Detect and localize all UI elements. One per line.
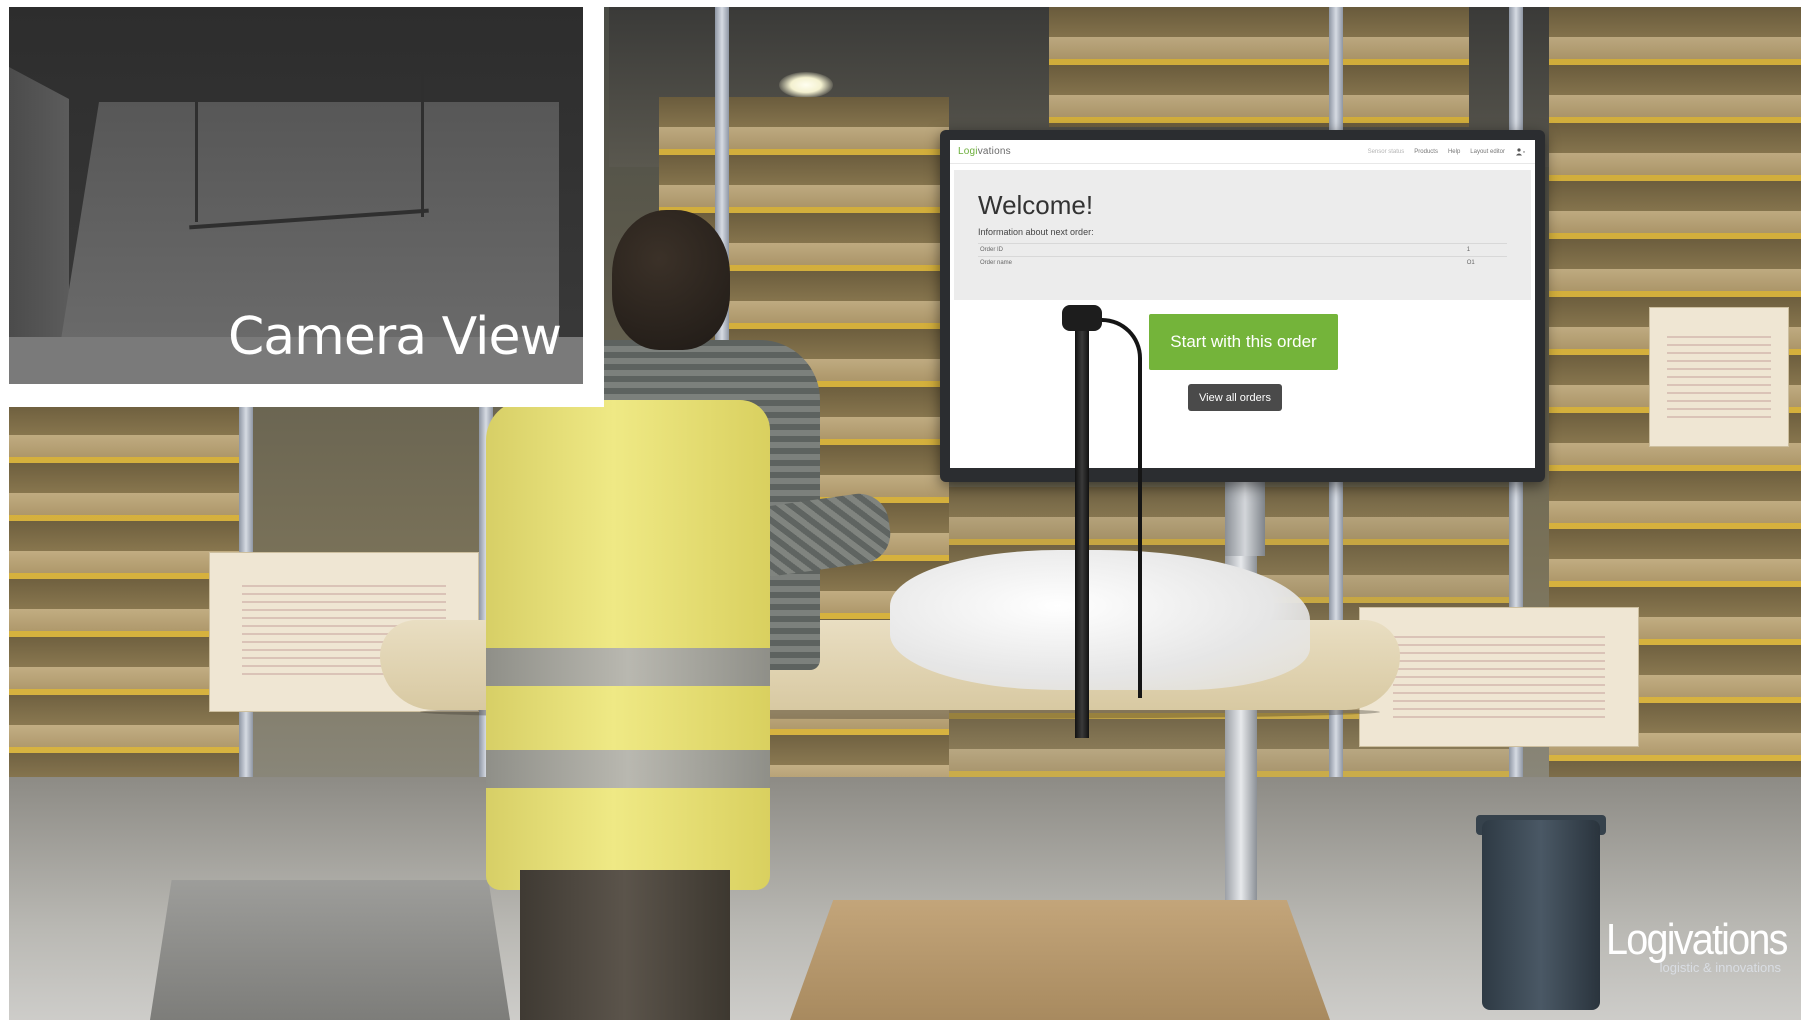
- start-order-button[interactable]: Start with this order: [1149, 314, 1338, 370]
- camera-view-label: Camera View: [228, 307, 562, 367]
- user-icon[interactable]: [1515, 147, 1527, 156]
- app-logo-suffix: vations: [977, 146, 1011, 157]
- brand-logo: Logivations logistic & innovations: [1586, 915, 1788, 976]
- table-row: Order name O1: [978, 256, 1507, 269]
- nav-sensor-status[interactable]: Sensor status: [1368, 149, 1405, 155]
- order-id-value: 1: [1464, 243, 1507, 257]
- box-seam: [195, 102, 198, 222]
- brand-name: Logivations: [1606, 915, 1788, 964]
- vest-reflective-stripe: [486, 750, 770, 788]
- nav-help[interactable]: Help: [1448, 149, 1460, 155]
- trash-bin: [1482, 820, 1600, 1010]
- welcome-heading: Welcome!: [978, 190, 1094, 220]
- camera-stand: [1075, 318, 1089, 738]
- nav-links: Sensor status Products Help Layout edito…: [1368, 147, 1527, 156]
- camera-device: [1062, 305, 1102, 331]
- order-id-label: Order ID: [978, 243, 1465, 257]
- shelf-rack-top: [1049, 7, 1469, 127]
- app-logo-prefix: Logi: [958, 146, 978, 157]
- nav-products[interactable]: Products: [1414, 149, 1438, 155]
- vest-reflective-stripe: [486, 648, 770, 686]
- camera-cable: [1096, 318, 1142, 698]
- shipping-box: [1649, 307, 1789, 447]
- order-name-label: Order name: [978, 256, 1465, 269]
- worker-pants: [520, 870, 730, 1020]
- order-info-table: Order ID 1 Order name O1: [978, 243, 1507, 269]
- safety-vest: [486, 400, 770, 890]
- open-carton: [790, 900, 1330, 1020]
- app-logo[interactable]: Logivations: [958, 146, 1011, 157]
- monitor-stand: [1225, 476, 1265, 556]
- camera-feed: Camera View: [9, 7, 583, 384]
- shelf-rack-left: [9, 347, 239, 777]
- app-navbar: Logivations Sensor status Products Help …: [950, 140, 1535, 164]
- box-seam: [421, 67, 424, 217]
- grey-tote-bin: [150, 880, 510, 1020]
- welcome-panel: Welcome! Information about next order: O…: [954, 170, 1531, 300]
- order-name-value: O1: [1464, 256, 1507, 269]
- next-order-info: Information about next order:: [978, 227, 1094, 237]
- monitor-screen: Logivations Sensor status Products Help …: [950, 140, 1535, 468]
- ceiling-lamp: [779, 72, 833, 98]
- monitor: Logivations Sensor status Products Help …: [940, 130, 1545, 482]
- table-row: Order ID 1: [978, 243, 1507, 257]
- camera-view-inset: Camera View: [0, 0, 604, 407]
- worker-head: [612, 210, 730, 350]
- nav-layout-editor[interactable]: Layout editor: [1470, 149, 1505, 155]
- view-all-orders-button[interactable]: View all orders: [1188, 384, 1282, 411]
- shipping-box: [1359, 607, 1639, 747]
